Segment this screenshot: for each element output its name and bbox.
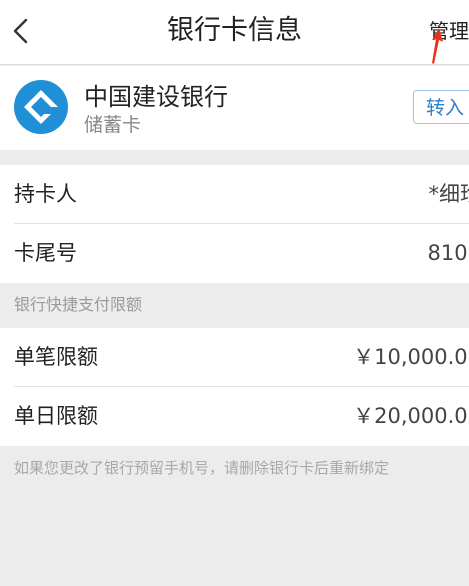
daily-limit-value: ￥20,000.00	[353, 404, 469, 428]
single-limit-row: 单笔限额 ￥10,000.00	[0, 328, 469, 387]
single-limit-label: 单笔限额	[14, 345, 98, 369]
transfer-in-button[interactable]: 转入	[413, 90, 469, 124]
limits-section: 单笔限额 ￥10,000.00 单日限额 ￥20,000.00	[0, 328, 469, 446]
bank-card-summary: 中国建设银行 储蓄卡 转入	[0, 66, 469, 150]
daily-limit-row: 单日限额 ￥20,000.00	[0, 387, 469, 446]
limits-section-title: 银行快捷支付限额	[14, 295, 143, 314]
card-tail-value: 8109	[427, 241, 469, 265]
page-title: 银行卡信息	[167, 15, 302, 46]
daily-limit-label: 单日限额	[14, 404, 98, 428]
red-annotation-arrow-icon	[432, 28, 443, 64]
single-limit-value: ￥10,000.00	[353, 345, 469, 369]
cardholder-value: *细珍	[428, 182, 469, 206]
card-tail-label: 卡尾号	[14, 241, 77, 265]
cardholder-label: 持卡人	[14, 182, 77, 206]
card-info-section: 持卡人 *细珍 卡尾号 8109	[0, 165, 469, 283]
card-tail-row: 卡尾号 8109	[0, 224, 469, 283]
cardholder-row: 持卡人 *细珍	[0, 165, 469, 224]
top-bar: 银行卡信息 管理	[0, 0, 469, 65]
rebind-notice: 如果您更改了银行预留手机号，请删除银行卡后重新绑定	[14, 459, 390, 477]
bank-name: 中国建设银行	[84, 83, 228, 111]
ccb-bank-logo-icon	[14, 80, 68, 134]
card-type: 储蓄卡	[84, 114, 142, 136]
